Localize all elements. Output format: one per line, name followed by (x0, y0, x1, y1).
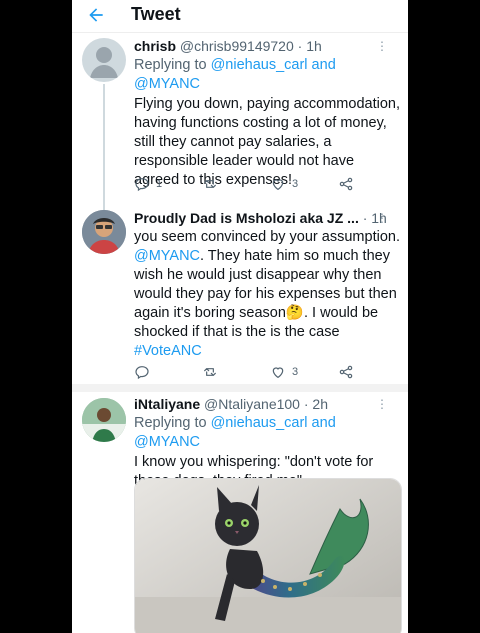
tweet-text: you seem convinced by your assumption. @… (134, 228, 402, 361)
share-button[interactable] (338, 364, 354, 380)
like-count: 3 (292, 366, 299, 378)
reply-button[interactable] (134, 364, 156, 380)
reply-icon (135, 366, 149, 380)
arrow-left-icon[interactable] (86, 5, 106, 25)
thinking-emoji: 🤔 (285, 305, 304, 321)
replying-label: Replying to (134, 57, 211, 73)
heart-icon (272, 179, 284, 191)
user-photo-icon (82, 210, 126, 254)
avatar[interactable] (82, 398, 126, 442)
more-icon[interactable]: ⋮ (376, 210, 388, 226)
mention-link[interactable]: @MYANC (134, 434, 200, 450)
user-photo-icon (82, 398, 126, 442)
mention-link[interactable]: @MYANC (134, 248, 200, 264)
author-name[interactable]: Proudly Dad is Msholozi aka JZ ... (134, 210, 359, 226)
share-button[interactable] (338, 176, 354, 192)
more-icon[interactable]: ⋮ (376, 396, 388, 412)
retweet-button[interactable] (202, 176, 224, 192)
heart-icon (272, 367, 284, 379)
tweet-time: · 2h (303, 396, 328, 412)
app-screen: Tweet chrisb @chrisb99149720 · 1h ⋮ Repl… (72, 0, 408, 633)
tweet-header: chrisb @chrisb99149720 · 1h ⋮ (134, 38, 402, 54)
author-handle[interactable]: @Ntaliyane100 (204, 396, 300, 412)
replying-to: Replying to @niehaus_carl and @MYANC (134, 414, 402, 452)
tweet-actions: 1 3 (134, 176, 394, 192)
tweet-content: Proudly Dad is Msholozi aka JZ ... · 1h … (134, 210, 402, 361)
reply-count: 1 (156, 178, 163, 190)
mention-link[interactable]: @MYANC (134, 76, 200, 92)
share-icon (339, 177, 353, 191)
tweet-header: iNtaliyane @Ntaliyane100 · 2h ⋮ (134, 396, 402, 412)
tweet-time: · 1h (297, 38, 322, 54)
divider (72, 384, 408, 392)
tweet-2[interactable]: Proudly Dad is Msholozi aka JZ ... · 1h … (72, 208, 408, 384)
author-name[interactable]: iNtaliyane (134, 396, 200, 412)
replying-and: and (307, 57, 336, 73)
avatar[interactable] (82, 210, 126, 254)
replying-label: Replying to (134, 415, 211, 431)
default-avatar-icon (90, 47, 118, 78)
like-count: 3 (292, 178, 299, 190)
page-title: Tweet (131, 4, 181, 24)
cat-mermaid-figurine-image (135, 479, 401, 633)
tweet-actions: 3 (134, 364, 394, 380)
reply-icon (135, 178, 149, 192)
text-part: you seem convinced by your assumption. (134, 229, 400, 245)
tweet-content: chrisb @chrisb99149720 · 1h ⋮ Replying t… (134, 38, 402, 190)
replying-and: and (307, 415, 336, 431)
more-icon[interactable]: ⋮ (376, 38, 388, 54)
replying-to: Replying to @niehaus_carl and @MYANC (134, 56, 402, 94)
retweet-button[interactable] (202, 364, 224, 380)
author-handle[interactable]: @chrisb99149720 (180, 38, 294, 54)
mention-link[interactable]: @niehaus_carl (211, 415, 308, 431)
like-button[interactable]: 3 (270, 176, 298, 192)
avatar[interactable] (82, 38, 126, 82)
reply-button[interactable]: 1 (134, 176, 162, 192)
share-icon (339, 365, 353, 379)
tweet-content: iNtaliyane @Ntaliyane100 · 2h ⋮ Replying… (134, 396, 402, 491)
author-name[interactable]: chrisb (134, 38, 176, 54)
retweet-icon (204, 180, 216, 188)
top-bar: Tweet (72, 0, 408, 33)
retweet-icon (204, 368, 216, 376)
mention-link[interactable]: @niehaus_carl (211, 57, 308, 73)
hashtag-link[interactable]: #VoteANC (134, 343, 202, 359)
tweet-header: Proudly Dad is Msholozi aka JZ ... · 1h … (134, 210, 402, 226)
tweet-1[interactable]: chrisb @chrisb99149720 · 1h ⋮ Replying t… (72, 36, 408, 244)
like-button[interactable]: 3 (270, 364, 298, 380)
tweet-media-image[interactable] (134, 478, 402, 633)
